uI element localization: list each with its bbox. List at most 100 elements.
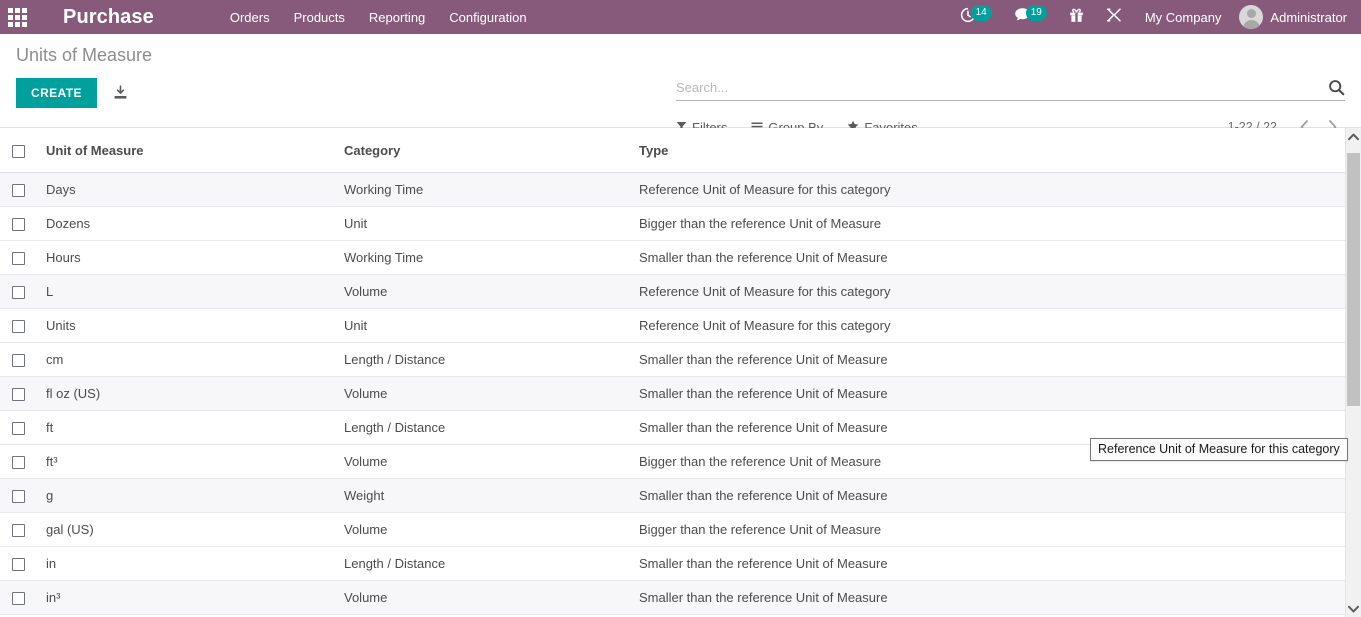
cell-type[interactable]: Smaller than the reference Unit of Measu… (631, 342, 1345, 376)
menu-item-products[interactable]: Products (282, 3, 357, 32)
cell-category[interactable]: Length / Distance (336, 547, 631, 581)
navbar-right-tools: 14 19 (949, 0, 1361, 34)
page-title: Units of Measure (16, 44, 152, 66)
cell-unit-of-measure[interactable]: in³ (38, 581, 336, 615)
table-row[interactable]: cmLength / DistanceSmaller than the refe… (0, 342, 1345, 376)
table-row[interactable]: LVolumeReference Unit of Measure for thi… (0, 274, 1345, 308)
menu-item-reporting[interactable]: Reporting (357, 3, 437, 32)
column-header-type[interactable]: Type (631, 128, 1345, 172)
row-checkbox[interactable] (12, 388, 25, 401)
cell-category[interactable]: Volume (336, 376, 631, 410)
cell-category[interactable]: Length / Distance (336, 342, 631, 376)
cell-unit-of-measure[interactable]: in (38, 547, 336, 581)
list-scrollbar[interactable] (1345, 128, 1361, 617)
cell-category[interactable]: Weight (336, 479, 631, 513)
table-row[interactable]: DozensUnitBigger than the reference Unit… (0, 206, 1345, 240)
row-checkbox[interactable] (12, 456, 25, 469)
scrollbar-track[interactable] (1346, 145, 1361, 600)
cell-unit-of-measure[interactable]: fl oz (US) (38, 376, 336, 410)
row-select-cell (0, 240, 38, 274)
row-checkbox[interactable] (12, 422, 25, 435)
menu-item-configuration[interactable]: Configuration (437, 3, 538, 32)
cell-unit-of-measure[interactable]: cm (38, 342, 336, 376)
cell-category[interactable]: Working Time (336, 240, 631, 274)
cell-unit-of-measure[interactable]: Units (38, 308, 336, 342)
table-row[interactable]: UnitsUnitReference Unit of Measure for t… (0, 308, 1345, 342)
table-row[interactable]: HoursWorking TimeSmaller than the refere… (0, 240, 1345, 274)
cell-category[interactable]: Length / Distance (336, 410, 631, 444)
table-row[interactable]: gal (US)VolumeBigger than the reference … (0, 513, 1345, 547)
row-checkbox[interactable] (12, 592, 25, 605)
row-checkbox[interactable] (12, 286, 25, 299)
row-select-cell (0, 376, 38, 410)
user-menu[interactable]: Administrator (1233, 5, 1351, 29)
developer-tools-button[interactable] (1095, 0, 1133, 34)
table-row[interactable]: DaysWorking TimeReference Unit of Measur… (0, 172, 1345, 206)
apps-grid-icon[interactable] (0, 0, 34, 34)
cell-type[interactable]: Bigger than the reference Unit of Measur… (631, 206, 1345, 240)
search-magnifier-icon[interactable] (1322, 79, 1345, 96)
menu-item-orders[interactable]: Orders (218, 3, 282, 32)
cell-unit-of-measure[interactable]: ft (38, 410, 336, 444)
table-row[interactable]: in³VolumeSmaller than the reference Unit… (0, 581, 1345, 615)
developer-tools-wrench-icon (1106, 7, 1122, 28)
cell-unit-of-measure[interactable]: ft³ (38, 445, 336, 479)
cell-type[interactable]: Smaller than the reference Unit of Measu… (631, 479, 1345, 513)
cell-category[interactable]: Volume (336, 581, 631, 615)
cell-unit-of-measure[interactable]: L (38, 274, 336, 308)
cell-category[interactable]: Unit (336, 206, 631, 240)
cell-unit-of-measure[interactable]: gal (US) (38, 513, 336, 547)
messages-menu-button[interactable]: 19 (1003, 0, 1058, 34)
table-row[interactable]: inLength / DistanceSmaller than the refe… (0, 547, 1345, 581)
row-checkbox[interactable] (12, 252, 25, 265)
cell-category[interactable]: Unit (336, 308, 631, 342)
cell-unit-of-measure[interactable]: g (38, 479, 336, 513)
scroll-down-arrow-icon[interactable] (1346, 600, 1361, 617)
gift-box-icon (1069, 7, 1084, 28)
cell-type[interactable]: Smaller than the reference Unit of Measu… (631, 376, 1345, 410)
company-switcher[interactable]: My Company (1133, 10, 1234, 25)
row-checkbox[interactable] (12, 558, 25, 571)
cell-type[interactable]: Smaller than the reference Unit of Measu… (631, 240, 1345, 274)
cell-unit-of-measure[interactable]: Days (38, 172, 336, 206)
scroll-up-arrow-icon[interactable] (1346, 128, 1361, 145)
cell-category[interactable]: Volume (336, 445, 631, 479)
row-checkbox[interactable] (12, 490, 25, 503)
table-row[interactable]: gWeightSmaller than the reference Unit o… (0, 479, 1345, 513)
gift-menu-button[interactable] (1058, 0, 1095, 34)
top-navbar: Purchase Orders Products Reporting Confi… (0, 0, 1361, 34)
select-all-checkbox[interactable] (12, 145, 25, 158)
cell-type[interactable]: Smaller than the reference Unit of Measu… (631, 581, 1345, 615)
row-checkbox[interactable] (12, 354, 25, 367)
cell-type[interactable]: Reference Unit of Measure for this categ… (631, 172, 1345, 206)
cell-type[interactable]: Smaller than the reference Unit of Measu… (631, 547, 1345, 581)
cell-unit-of-measure[interactable]: Hours (38, 240, 336, 274)
row-select-cell (0, 342, 38, 376)
create-button[interactable]: CREATE (16, 78, 97, 108)
import-download-icon[interactable] (109, 82, 132, 104)
cell-unit-of-measure[interactable]: Dozens (38, 206, 336, 240)
activity-menu-button[interactable]: 14 (949, 0, 1003, 34)
cell-type[interactable]: Bigger than the reference Unit of Measur… (631, 513, 1345, 547)
row-checkbox[interactable] (12, 184, 25, 197)
row-checkbox[interactable] (12, 524, 25, 537)
table-row[interactable]: fl oz (US)VolumeSmaller than the referen… (0, 376, 1345, 410)
select-all-header (0, 128, 38, 172)
cell-type[interactable]: Reference Unit of Measure for this categ… (631, 308, 1345, 342)
table-header-row: Unit of Measure Category Type (0, 128, 1345, 172)
row-select-cell (0, 410, 38, 444)
cell-category[interactable]: Volume (336, 274, 631, 308)
app-brand-purchase[interactable]: Purchase (63, 6, 154, 29)
cell-category[interactable]: Working Time (336, 172, 631, 206)
search-bar[interactable] (676, 79, 1345, 101)
table-header: Unit of Measure Category Type (0, 128, 1345, 172)
scrollbar-thumb[interactable] (1347, 153, 1360, 406)
list-view: Unit of Measure Category Type DaysWorkin… (0, 128, 1361, 617)
column-header-category[interactable]: Category (336, 128, 631, 172)
column-header-unit-of-measure[interactable]: Unit of Measure (38, 128, 336, 172)
search-input[interactable] (676, 80, 1322, 95)
row-checkbox[interactable] (12, 218, 25, 231)
cell-category[interactable]: Volume (336, 513, 631, 547)
cell-type[interactable]: Reference Unit of Measure for this categ… (631, 274, 1345, 308)
row-checkbox[interactable] (12, 320, 25, 333)
